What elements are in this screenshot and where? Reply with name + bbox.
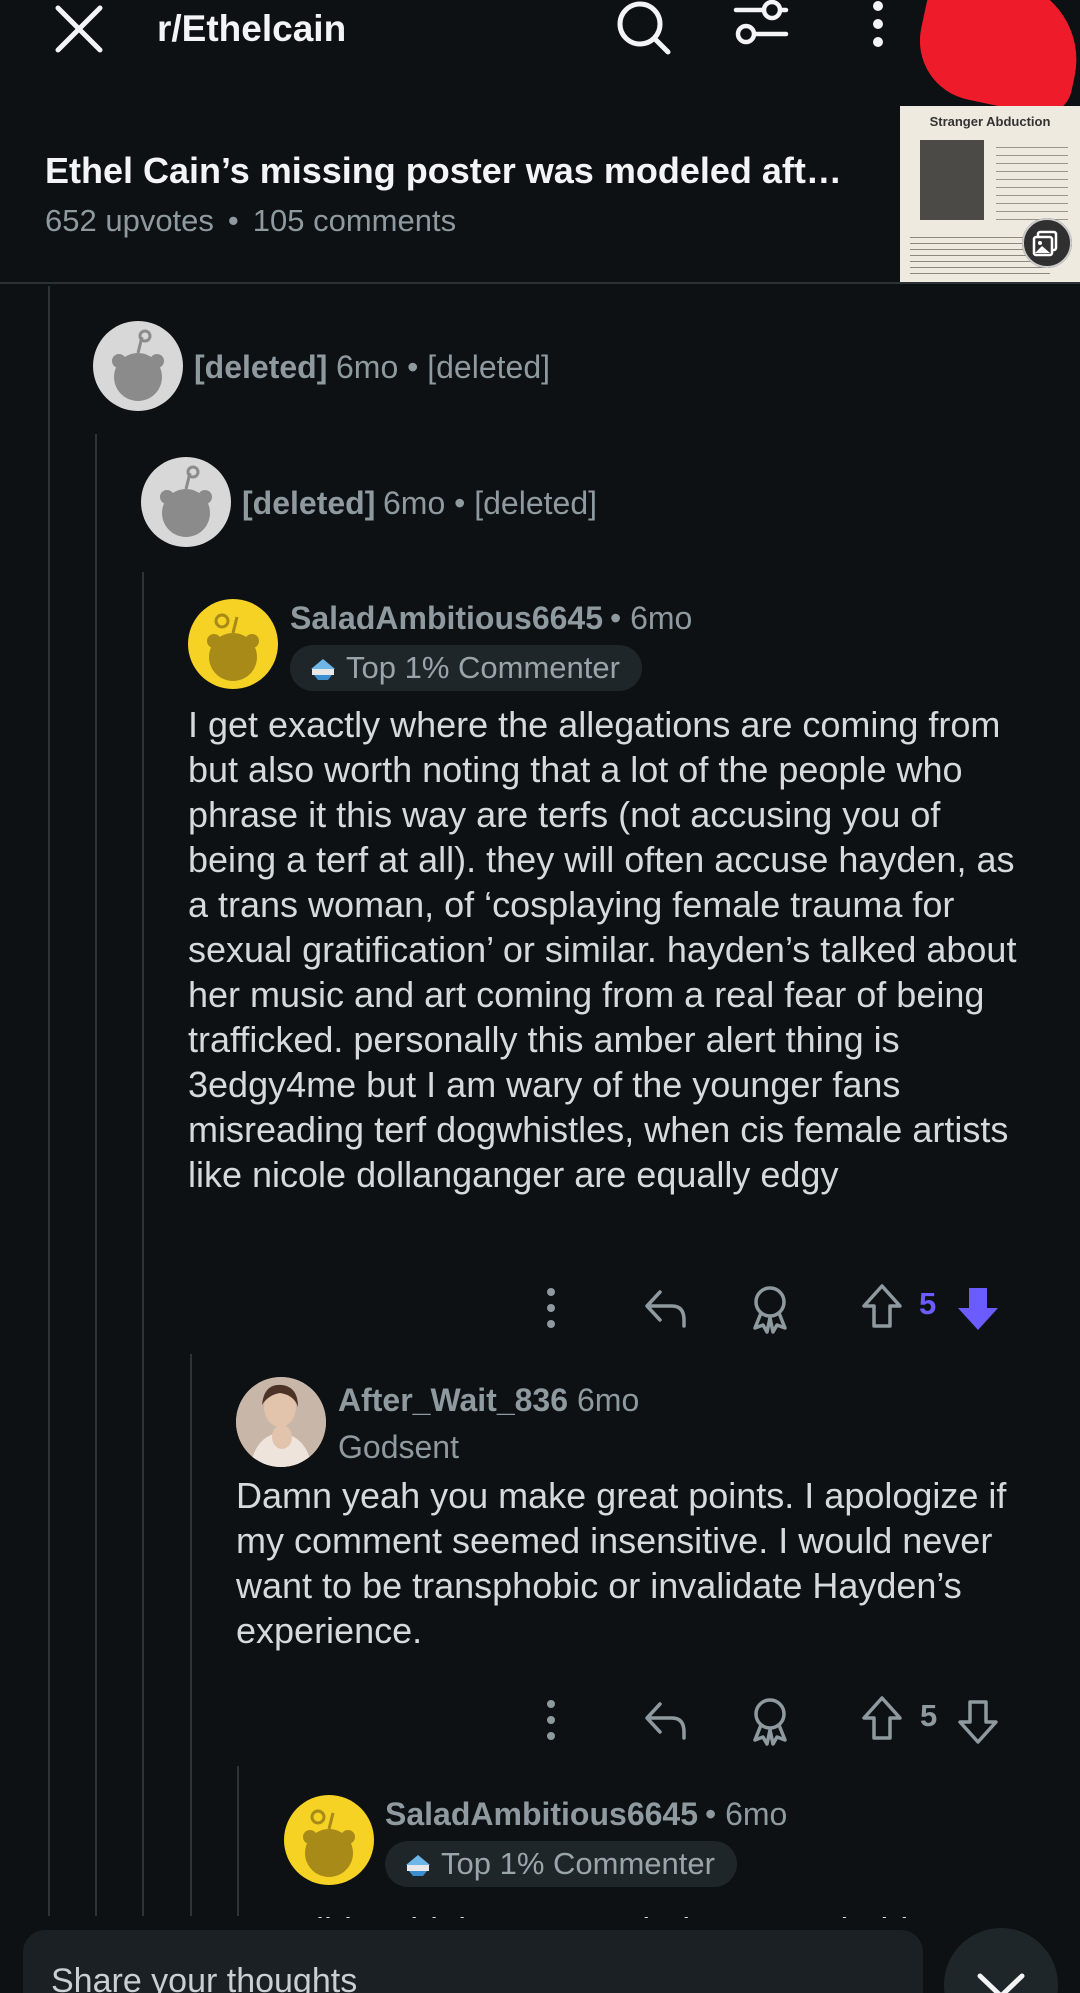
downvote-icon[interactable] [954,1278,1002,1338]
snoo-icon [160,465,212,537]
award-icon[interactable] [746,1278,794,1338]
thread-line[interactable] [142,572,144,1916]
avatar[interactable] [141,457,231,547]
thread-line[interactable] [95,434,97,1916]
upvote-count: 652 upvotes [45,203,214,238]
comment-body: I didn’t think you were being transphobi… [284,1908,1064,1918]
flair-label: Top 1% Commenter [346,650,620,685]
upvote-icon[interactable] [858,1690,906,1750]
search-icon[interactable] [612,0,674,56]
comment-meta: • 6mo [610,600,693,636]
separator: • [227,203,239,238]
avatar[interactable] [236,1377,326,1467]
post-stats: 652 upvotes • 105 comments [45,203,456,239]
downvote-icon[interactable] [954,1690,1002,1750]
close-icon[interactable] [50,2,108,56]
comment-actions: 5 [530,1278,1010,1338]
redaction-mark [908,0,1080,121]
comment-composer[interactable]: Share your thoughts [23,1930,923,1993]
user-flair: Godsent [338,1429,459,1465]
comment-username[interactable]: SaladAmbitious6645 [385,1796,698,1833]
post-header: r/Ethelcain Ethel Cain’s missing poster … [0,0,1080,284]
comment-username[interactable]: After_Wait_836 [338,1382,568,1419]
sort-filter-icon[interactable] [730,0,792,56]
thread-line[interactable] [190,1354,192,1916]
comment-body: Damn yeah you make great points. I apolo… [236,1475,1007,1651]
composer-placeholder: Share your thoughts [51,1962,358,1993]
chevron-down-icon [977,1973,1025,1993]
more-options-icon[interactable] [530,1690,572,1750]
comment-username[interactable]: [deleted] [194,349,327,386]
collapse-button[interactable] [944,1928,1058,1993]
vote-count: 5 [920,1698,938,1733]
thread-line[interactable] [48,286,50,1916]
reply-icon[interactable] [642,1690,690,1750]
comment-username[interactable]: [deleted] [242,485,375,522]
user-flair: Top 1% Commenter [385,1841,737,1887]
comment-body-clip: I didn’t think you were being transphobi… [284,1908,1064,1918]
vote-count: 5 [919,1286,937,1321]
snoo-icon [303,1809,355,1877]
comment-meta: 6mo [577,1382,640,1418]
gallery-icon[interactable] [1022,218,1072,268]
avatar[interactable] [284,1795,374,1885]
more-options-icon[interactable] [530,1278,572,1338]
post-title[interactable]: Ethel Cain’s missing poster was modeled … [45,150,842,192]
avatar[interactable] [188,599,278,689]
thumbnail-photo [920,140,984,220]
more-options-icon[interactable] [848,0,908,56]
comment-meta: • 6mo [705,1796,788,1832]
avatar[interactable] [93,321,183,411]
comment-meta: 6mo • [deleted] [383,485,597,521]
comment-count: 105 comments [252,203,457,238]
flair-label: Top 1% Commenter [441,1846,715,1881]
subreddit-name[interactable]: r/Ethelcain [157,8,346,50]
comment-meta: 6mo • [deleted] [336,349,550,385]
thumbnail-details [996,140,1068,224]
user-photo [236,1377,326,1467]
snoo-icon [112,329,164,401]
comment-actions: 5 [530,1690,1010,1750]
snoo-icon [207,613,259,681]
thumbnail-caption: Stranger Abduction [929,114,1051,129]
thread-line[interactable] [237,1766,239,1916]
user-flair: Top 1% Commenter [290,645,642,691]
comment-body: I get exactly where the allegations are … [188,704,1017,1195]
trophy-hat-icon [311,659,335,680]
comment-username[interactable]: SaladAmbitious6645 [290,600,603,637]
trophy-hat-icon [406,1855,430,1876]
reply-icon[interactable] [642,1278,690,1338]
award-icon[interactable] [746,1690,794,1750]
upvote-icon[interactable] [858,1278,906,1338]
